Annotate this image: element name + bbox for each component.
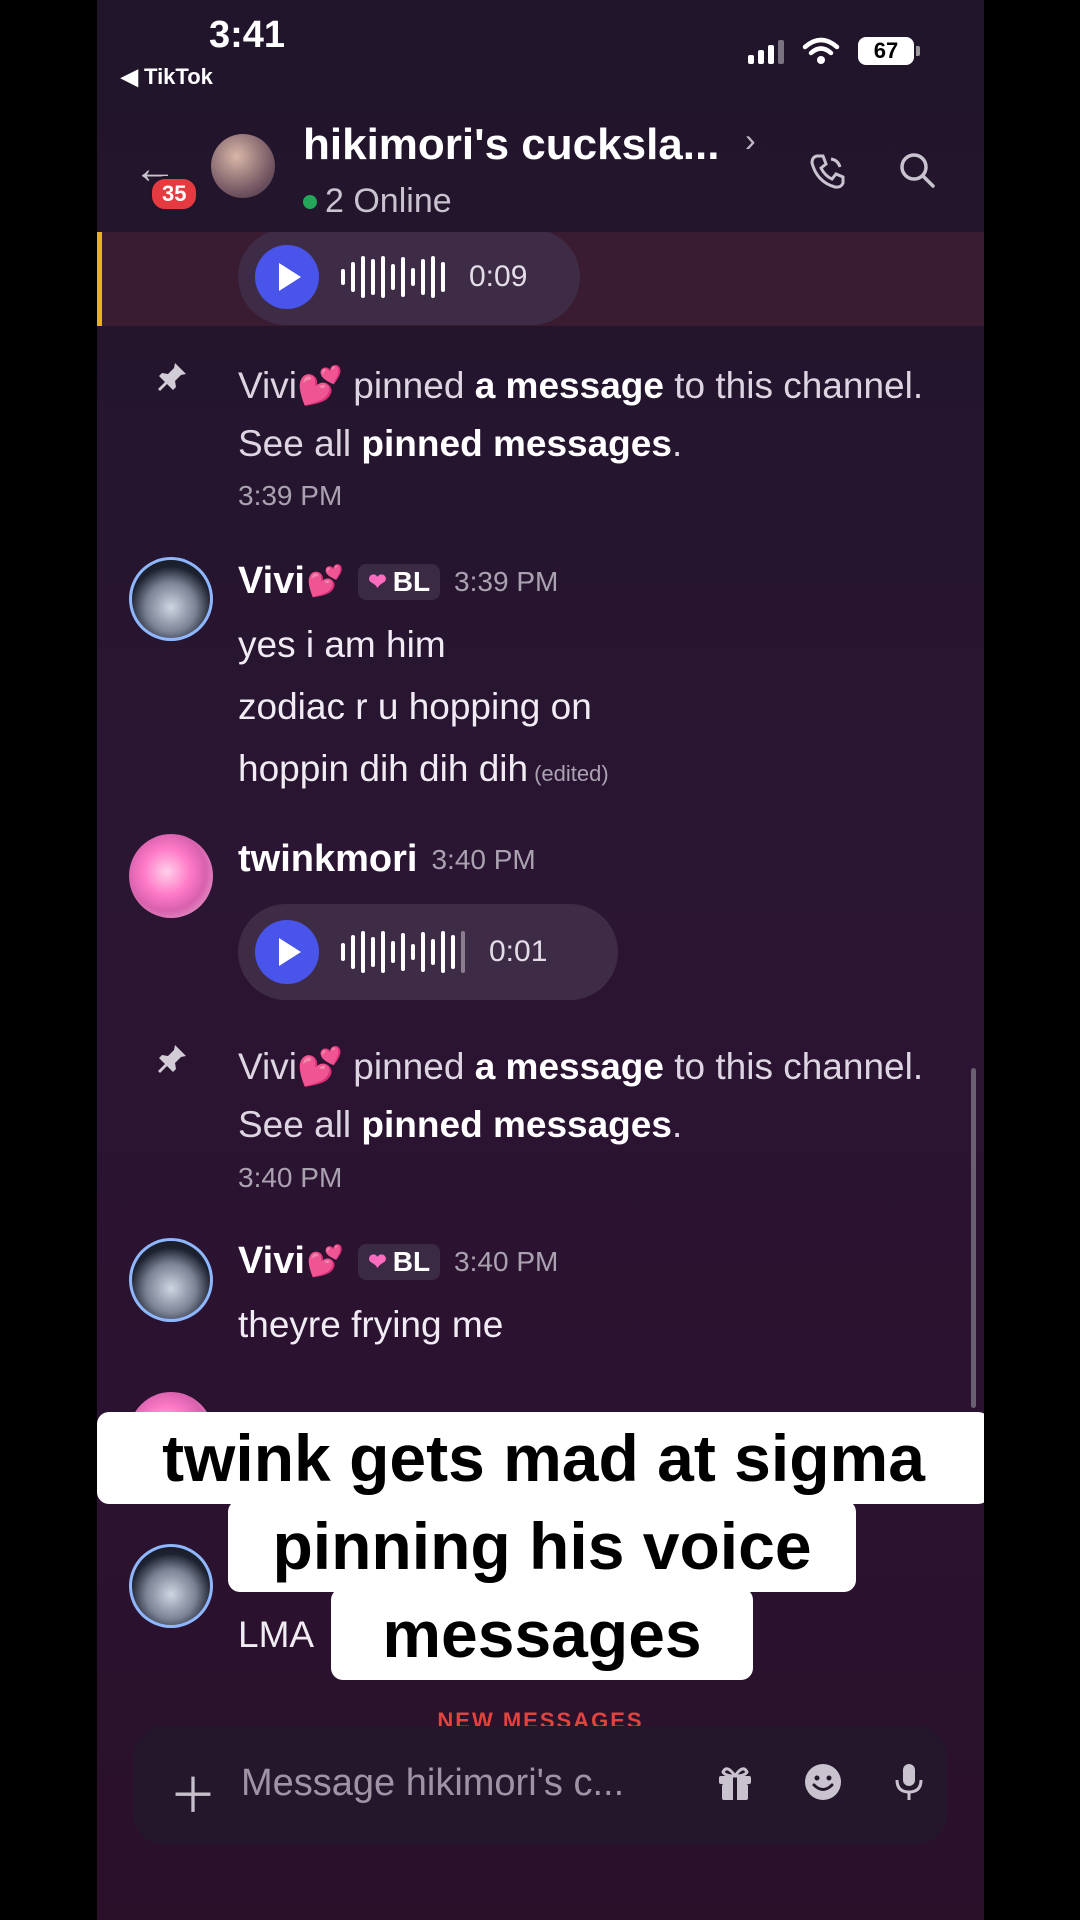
caption-line: twink gets mad at sigma	[97, 1412, 984, 1504]
pin-text: pinned	[343, 365, 475, 406]
message-author: Vivi 💕 ❤ BL 3:39 PM	[238, 560, 558, 603]
play-icon[interactable]	[255, 245, 319, 309]
group-avatar[interactable]	[211, 134, 275, 198]
voice-duration: 0:09	[469, 260, 528, 293]
search-icon[interactable]	[895, 148, 939, 192]
message-text: yes i am him	[238, 624, 446, 665]
message-timestamp: 3:39 PM	[454, 565, 559, 597]
caption-line: pinning his voice	[228, 1500, 856, 1592]
pinned-message-link[interactable]: a message	[475, 1046, 664, 1087]
message-text-content: hoppin dih dih dih	[238, 748, 529, 789]
message-author: twinkmori 3:40 PM	[238, 838, 536, 881]
edited-label: (edited)	[534, 761, 609, 786]
pin-system-message: Vivi💕 pinned a message to this channel. …	[238, 357, 938, 473]
pin-text: .	[671, 1104, 683, 1145]
caption-line: messages	[331, 1588, 753, 1680]
channel-header: ← 35 hikimori's cucksla... › 2 Online	[97, 104, 984, 232]
role-tag-label: BL	[392, 1245, 431, 1277]
message-text: hoppin dih dih dih (edited)	[238, 748, 609, 790]
role-tag[interactable]: ❤ BL	[358, 563, 441, 600]
status-time: 3:41	[209, 14, 286, 56]
phone-screen: 3:41 ◀ TikTok 67 ← 35 hikimori's cucksla…	[97, 0, 984, 1920]
voice-message: 0:09	[238, 232, 580, 325]
message-author: Vivi 💕 ❤ BL 3:40 PM	[238, 1240, 558, 1283]
unread-badge: 35	[149, 176, 200, 212]
pinned-messages-link[interactable]: pinned messages	[361, 423, 672, 464]
voice-duration: 0:01	[489, 935, 548, 968]
waveform-icon[interactable]	[341, 253, 445, 301]
heart-icon: ❤	[368, 568, 387, 594]
emoji-icon[interactable]	[801, 1760, 845, 1804]
author-name[interactable]: Vivi	[238, 560, 305, 603]
pin-icon	[158, 363, 186, 391]
signal-icon	[748, 38, 784, 64]
online-count: 2 Online	[325, 182, 452, 220]
message-timestamp: 3:40 PM	[238, 1162, 343, 1193]
heart-emoji-icon: 💕	[306, 1245, 345, 1278]
voice-message: 0:01	[238, 904, 618, 1000]
message-input[interactable]	[239, 1752, 713, 1814]
play-icon[interactable]	[255, 920, 319, 984]
pin-user[interactable]: Vivi💕	[238, 1046, 343, 1087]
pin-system-message: Vivi💕 pinned a message to this channel. …	[238, 1038, 938, 1154]
pin-text: pinned	[343, 1046, 475, 1087]
user-avatar-twinkmori[interactable]	[129, 834, 213, 918]
chevron-right-icon[interactable]: ›	[745, 122, 756, 159]
message-timestamp: 3:39 PM	[238, 480, 343, 511]
pinned-message-link[interactable]: a message	[475, 365, 664, 406]
message-timestamp: 3:40 PM	[431, 843, 536, 875]
wifi-icon	[802, 37, 840, 64]
scrollbar[interactable]	[971, 1068, 976, 1408]
pin-icon	[158, 1045, 186, 1073]
battery-icon: 67	[858, 37, 920, 65]
channel-title[interactable]: hikimori's cucksla...	[303, 120, 719, 170]
message-text: theyre frying me	[238, 1304, 504, 1345]
message-timestamp: 3:40 PM	[454, 1245, 559, 1277]
message-text: zodiac r u hopping on	[238, 686, 592, 727]
gift-icon[interactable]	[713, 1760, 757, 1804]
plus-icon[interactable]: ＋	[169, 1756, 217, 1826]
status-indicators: 67	[748, 36, 920, 66]
user-avatar-vivi[interactable]	[129, 557, 213, 641]
back-to-tiktok-link[interactable]: ◀ TikTok	[121, 64, 213, 90]
role-tag[interactable]: ❤ BL	[358, 1243, 441, 1280]
microphone-icon[interactable]	[887, 1760, 931, 1804]
user-avatar-vivi[interactable]	[129, 1238, 213, 1322]
heart-emoji-icon: 💕	[306, 565, 345, 598]
user-avatar-vivi[interactable]	[129, 1544, 213, 1628]
author-name[interactable]: twinkmori	[238, 838, 417, 881]
online-status: 2 Online	[303, 182, 452, 221]
message-composer: ＋	[133, 1726, 947, 1844]
waveform-icon[interactable]	[341, 928, 465, 976]
online-dot-icon	[303, 194, 317, 209]
pin-user[interactable]: Vivi💕	[238, 365, 343, 406]
message-text: LMA	[238, 1614, 315, 1655]
voice-call-icon[interactable]	[805, 150, 849, 194]
pinned-messages-link[interactable]: pinned messages	[361, 1104, 672, 1145]
pin-text: .	[671, 423, 683, 464]
heart-icon: ❤	[368, 1248, 387, 1274]
role-tag-label: BL	[392, 565, 431, 597]
author-name[interactable]: Vivi	[238, 1240, 305, 1283]
